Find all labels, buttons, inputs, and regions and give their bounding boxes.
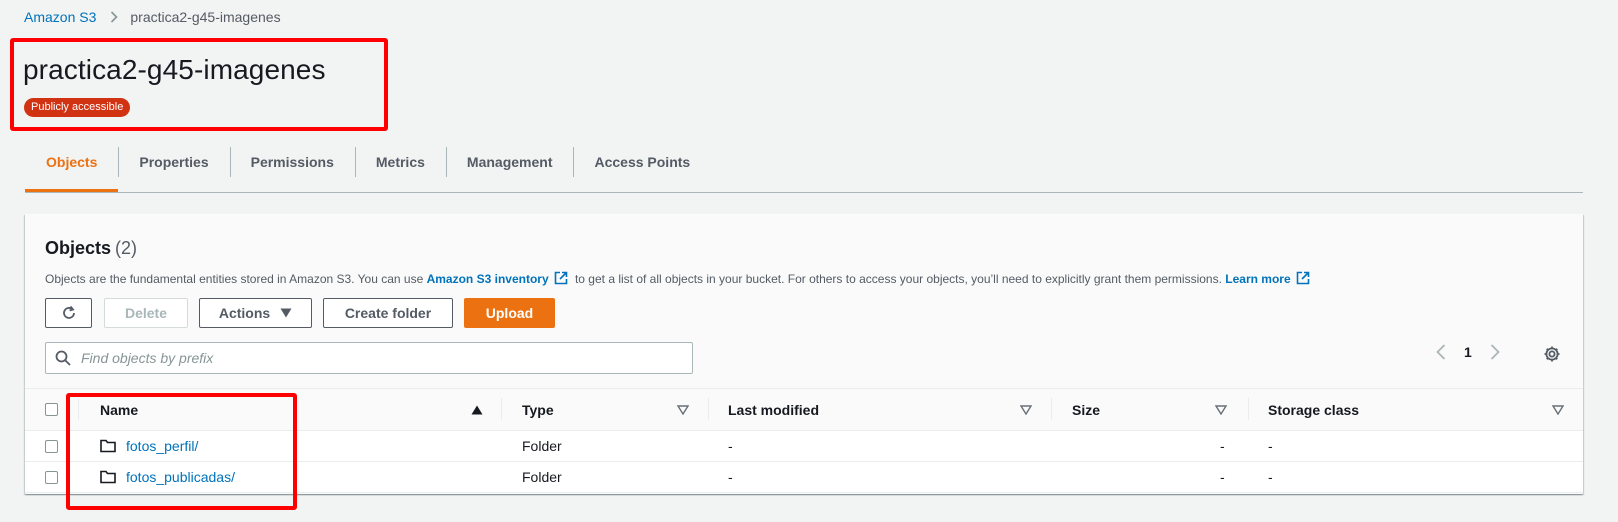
chevron-right-icon	[110, 11, 119, 23]
column-divider	[708, 398, 709, 420]
learn-more-link[interactable]: Learn more	[1225, 272, 1290, 286]
breadcrumb-amazon-s3-link[interactable]: Amazon S3	[24, 9, 96, 25]
delete-button[interactable]: Delete	[104, 298, 188, 328]
refresh-icon	[61, 305, 77, 321]
actions-label: Actions	[218, 305, 271, 321]
external-link-icon	[554, 271, 568, 288]
search-input[interactable]	[79, 349, 663, 367]
column-divider	[1248, 398, 1249, 420]
row-checkbox[interactable]	[45, 470, 58, 484]
select-all-checkbox[interactable]	[45, 403, 58, 416]
breadcrumb-current: practica2-g45-imagenes	[130, 9, 281, 25]
s3-inventory-link[interactable]: Amazon S3 inventory	[427, 272, 549, 286]
sort-icon[interactable]	[677, 405, 689, 415]
search-icon	[55, 350, 71, 366]
current-page-number[interactable]: 1	[1464, 344, 1472, 360]
column-header-size[interactable]: Size	[1072, 402, 1100, 418]
sort-icon[interactable]	[1020, 405, 1032, 415]
objects-description: Objects are the fundamental entities sto…	[45, 271, 1314, 288]
tab-management[interactable]: Management	[445, 147, 574, 191]
type-cell: Folder	[522, 469, 562, 485]
size-cell: -	[1220, 438, 1225, 454]
column-header-storage-class[interactable]: Storage class	[1268, 402, 1359, 418]
tab-properties[interactable]: Properties	[118, 147, 229, 191]
highlight-box-header	[10, 38, 388, 131]
tab-access-points[interactable]: Access Points	[573, 147, 711, 191]
column-divider	[501, 398, 502, 420]
gear-icon[interactable]	[1543, 345, 1561, 363]
bucket-tabs: Objects Properties Permissions Metrics M…	[25, 147, 1583, 193]
storage-class-cell: -	[1268, 469, 1273, 485]
description-text-2: to get a list of all objects in your buc…	[574, 272, 1222, 286]
external-link-icon	[1296, 271, 1310, 288]
sort-icon[interactable]	[1215, 405, 1227, 415]
previous-page-icon[interactable]	[1436, 344, 1446, 360]
search-box	[45, 342, 693, 374]
actions-dropdown-button[interactable]: Actions	[199, 298, 312, 328]
description-text-1: Objects are the fundamental entities sto…	[45, 272, 424, 286]
tab-metrics[interactable]: Metrics	[354, 147, 446, 191]
type-cell: Folder	[522, 438, 562, 454]
tab-objects[interactable]: Objects	[25, 147, 119, 192]
refresh-button[interactable]	[45, 298, 92, 328]
objects-heading-label: Objects	[45, 238, 112, 258]
column-header-last-modified[interactable]: Last modified	[728, 402, 819, 418]
last-modified-cell: -	[728, 438, 733, 454]
size-cell: -	[1220, 469, 1225, 485]
sort-icon[interactable]	[1552, 405, 1564, 415]
column-header-type[interactable]: Type	[522, 402, 554, 418]
next-page-icon[interactable]	[1490, 344, 1500, 360]
column-divider	[1051, 398, 1052, 420]
upload-button[interactable]: Upload	[464, 298, 555, 328]
last-modified-cell: -	[728, 469, 733, 485]
objects-heading: Objects (2)	[45, 238, 137, 259]
objects-count: (2)	[115, 238, 138, 258]
storage-class-cell: -	[1268, 438, 1273, 454]
create-folder-button[interactable]: Create folder	[323, 298, 453, 328]
highlight-box-name-column	[66, 393, 297, 510]
tab-permissions[interactable]: Permissions	[229, 147, 355, 191]
pagination: 1	[1436, 344, 1500, 360]
caret-down-icon	[280, 308, 292, 318]
row-checkbox[interactable]	[45, 439, 58, 453]
breadcrumb: Amazon S3 practica2-g45-imagenes	[24, 9, 281, 25]
sort-ascending-icon[interactable]	[471, 405, 483, 415]
